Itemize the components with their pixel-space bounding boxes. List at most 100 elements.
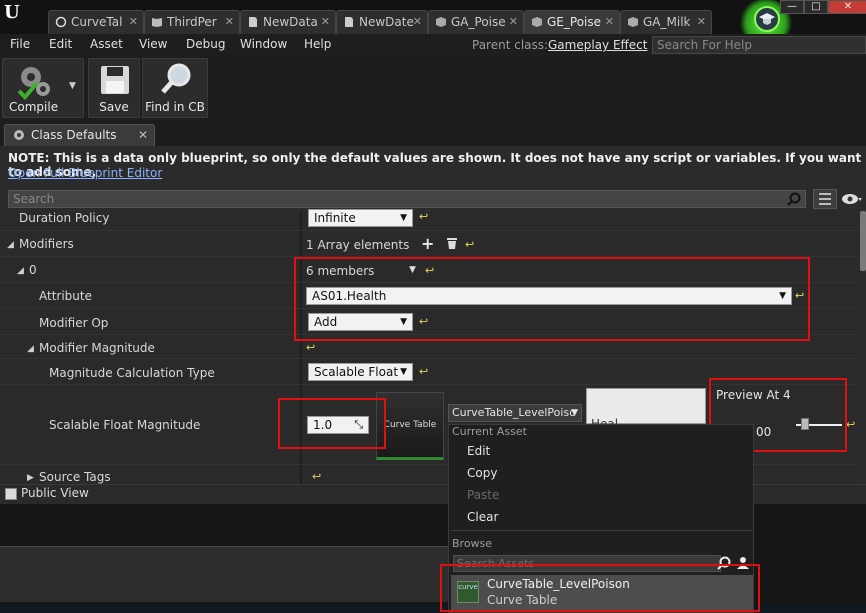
unreal-logo-icon[interactable]: U — [4, 2, 26, 24]
eye-shape — [842, 194, 862, 204]
close-icon[interactable]: ✕ — [413, 11, 422, 33]
menu-item-copy[interactable]: Copy — [467, 466, 497, 480]
add-element-icon[interactable]: + — [421, 234, 434, 253]
modifiers-label: Modifiers — [19, 237, 74, 251]
visibility-eye-icon[interactable] — [840, 190, 864, 208]
expand-arrow-icon[interactable]: ◢ — [17, 266, 24, 276]
toolbar: ▼ Compile Save Find in CB — [0, 56, 866, 120]
menu-item-paste[interactable]: Paste — [467, 488, 499, 502]
tab-newdata[interactable]: NewData ✕ — [240, 10, 336, 34]
close-icon[interactable]: ✕ — [509, 11, 518, 33]
array-index-label: 0 — [29, 263, 37, 277]
menu-separator — [450, 530, 754, 531]
tab-newdate[interactable]: NewDate ✕ — [336, 10, 428, 34]
compile-button[interactable]: ▼ Compile — [2, 58, 84, 118]
array-elements-count: 1 Array elements — [306, 238, 410, 252]
menu-item-edit[interactable]: Edit — [467, 444, 490, 458]
menu-edit[interactable]: Edit — [49, 37, 72, 51]
minimize-button[interactable]: — — [780, 0, 804, 14]
close-icon[interactable]: ✕ — [605, 11, 614, 33]
reset-to-default-icon[interactable]: ↩ — [306, 341, 315, 354]
browse-header: Browse — [452, 537, 493, 550]
tab-label: CurveTal — [71, 15, 123, 29]
menu-file[interactable]: File — [10, 37, 30, 51]
duration-policy-value: Infinite — [314, 211, 356, 225]
row-name-button[interactable]: Heal — [586, 388, 706, 431]
lower-panel — [0, 546, 448, 602]
reset-to-default-icon[interactable]: ↩ — [846, 418, 855, 431]
window-controls: — □ ✕ — [780, 0, 866, 16]
blueprint-icon — [628, 17, 638, 27]
reset-to-default-icon[interactable]: ↩ — [465, 238, 474, 251]
close-icon[interactable]: ✕ — [321, 11, 330, 33]
expand-arrow-icon[interactable]: ▶ — [27, 473, 34, 483]
curve-thumb-label: Curve Table — [383, 420, 437, 430]
expand-arrow-icon[interactable]: ◢ — [27, 344, 34, 354]
tab-label: NewDate — [359, 15, 414, 29]
tab-ga-poise[interactable]: GA_Poise ✕ — [428, 10, 524, 34]
tab-ga-milk[interactable]: GA_Milk ✕ — [620, 10, 712, 34]
public-view-checkbox[interactable] — [5, 488, 17, 500]
book-icon — [152, 18, 162, 27]
reset-to-default-icon[interactable]: ↩ — [419, 210, 428, 223]
maximize-button[interactable]: □ — [804, 0, 828, 14]
tab-thirdperson[interactable]: ThirdPer ✕ — [144, 10, 240, 34]
menu-asset[interactable]: Asset — [90, 37, 123, 51]
tab-class-defaults[interactable]: Class Defaults ✕ — [4, 124, 155, 146]
duration-policy-dropdown[interactable]: Infinite ▼ — [308, 209, 413, 227]
details-search-input[interactable]: Search — [8, 190, 806, 208]
source-tags-label: Source Tags — [39, 470, 111, 484]
graduation-cap-icon[interactable] — [754, 6, 780, 32]
highlight-box-attribute — [294, 257, 810, 341]
curve-asset-picker[interactable]: CurveTable_LevelPoiso ▼ — [448, 404, 582, 422]
tab-class-defaults-label: Class Defaults — [31, 128, 117, 142]
menu-debug[interactable]: Debug — [186, 37, 225, 51]
document-icon — [249, 17, 257, 27]
tab-label: ThirdPer — [167, 15, 217, 29]
help-search-input[interactable]: Search For Help — [652, 36, 866, 54]
expand-arrow-icon[interactable]: ◢ — [7, 240, 14, 250]
menu-window[interactable]: Window — [240, 37, 287, 51]
tab-ge-poise[interactable]: GE_Poise ✕ — [524, 10, 620, 34]
chevron-down-icon: ▼ — [400, 213, 407, 223]
scalable-float-label: Scalable Float Magnitude — [49, 418, 201, 432]
calc-type-dropdown[interactable]: Scalable Float ▼ — [308, 363, 413, 381]
find-in-cb-button[interactable]: Find in CB — [142, 58, 208, 118]
parent-class-label: Parent class: — [472, 38, 549, 52]
blueprint-icon — [532, 17, 542, 27]
menu-help[interactable]: Help — [304, 37, 331, 51]
grid-lines — [819, 193, 831, 205]
calc-type-value: Scalable Float — [314, 365, 399, 379]
reset-to-default-icon[interactable]: ↩ — [419, 365, 428, 378]
compile-gear-icon — [17, 67, 50, 100]
tab-label: NewData — [263, 15, 318, 29]
open-full-editor-link[interactable]: Open Full Blueprint Editor — [8, 166, 162, 180]
close-icon[interactable]: ✕ — [697, 11, 706, 33]
close-icon[interactable]: ✕ — [225, 11, 234, 33]
calc-type-label: Magnitude Calculation Type — [49, 366, 215, 380]
chevron-down-icon[interactable]: ▼ — [69, 81, 76, 91]
highlight-box-magnitude — [278, 398, 386, 449]
circle-icon — [55, 16, 67, 28]
close-icon[interactable]: ✕ — [138, 125, 148, 145]
menu-view[interactable]: View — [139, 37, 167, 51]
cap-shape — [759, 13, 775, 25]
parent-class-link[interactable]: Gameplay Effect — [548, 38, 647, 52]
details-scrollbar[interactable] — [860, 211, 866, 271]
curve-table-thumbnail[interactable]: Curve Table — [376, 392, 444, 460]
modifier-magnitude-label: Modifier Magnitude — [39, 341, 155, 355]
reset-to-default-icon[interactable]: ↩ — [312, 470, 321, 483]
attribute-label: Attribute — [39, 289, 92, 303]
tab-curvetable[interactable]: CurveTal ✕ — [48, 10, 144, 34]
save-label: Save — [99, 100, 129, 114]
close-icon[interactable]: ✕ — [129, 11, 138, 33]
view-options-grid-icon[interactable] — [813, 189, 837, 209]
row-separator — [0, 230, 858, 231]
close-window-button[interactable]: ✕ — [828, 0, 866, 14]
public-view-label: Public View — [21, 486, 89, 500]
save-disk-icon — [101, 66, 129, 94]
search-placeholder: Search — [13, 192, 55, 206]
save-button[interactable]: Save — [88, 58, 140, 118]
trash-icon[interactable] — [446, 237, 458, 250]
menu-item-clear[interactable]: Clear — [467, 510, 498, 524]
